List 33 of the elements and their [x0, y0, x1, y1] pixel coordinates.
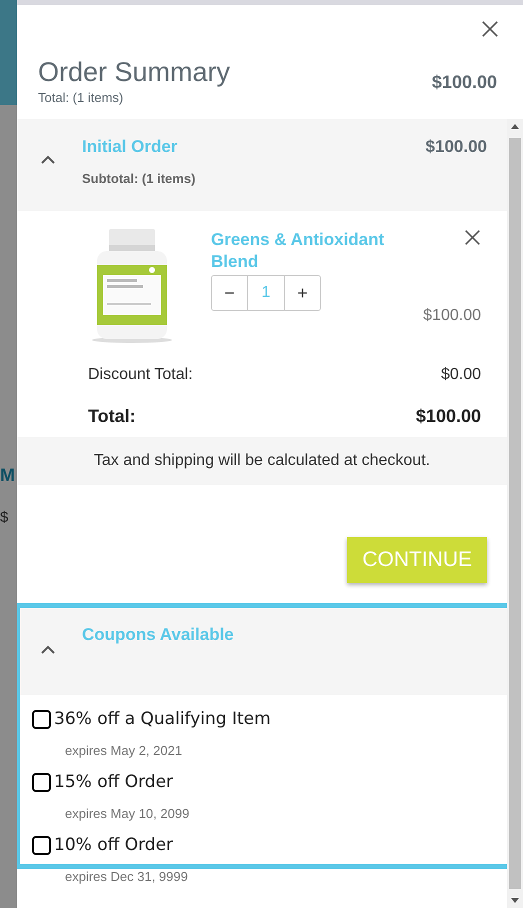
continue-button[interactable]: CONTINUE [347, 537, 487, 583]
subtotal-label: Subtotal: (1 items) [82, 171, 196, 186]
coupon-expiry: expires May 10, 2099 [65, 806, 190, 821]
summary-label: Total: [88, 406, 136, 427]
coupon-title: 10% off Order [54, 835, 174, 855]
increase-button[interactable]: + [284, 275, 321, 311]
item-price: $100.00 [422, 307, 481, 325]
chevron-up-icon[interactable] [41, 155, 55, 164]
panel-title: Order Summary [38, 56, 230, 88]
order-total: $100.00 [432, 72, 497, 93]
decrease-button[interactable]: − [211, 275, 248, 311]
summary-value: $100.00 [416, 406, 481, 427]
coupon-expiry: expires May 2, 2021 [65, 743, 184, 758]
close-icon[interactable] [481, 20, 499, 38]
coupon-title: 36% off a Qualifying Item [54, 709, 271, 729]
coupon-expiry: expires Dec 31, 9999 [65, 869, 189, 884]
section-title[interactable]: Initial Order [82, 137, 196, 157]
section-amount: $100.00 [426, 137, 487, 158]
coupon-title: 15% off Order [54, 772, 174, 792]
chevron-up-icon[interactable] [41, 645, 55, 654]
scrollbar-thumb[interactable] [509, 138, 521, 889]
checkout-note: Tax and shipping will be calculated at checkout. [17, 437, 507, 485]
total-items-label: Total: (1 items) [38, 90, 124, 105]
remove-icon[interactable] [464, 229, 481, 246]
page-price-fragment: $ [0, 509, 10, 526]
checkbox[interactable] [32, 836, 51, 854]
page-heading-fragment: M [0, 465, 16, 485]
product-name[interactable]: Greens & Antioxidant Blend [211, 229, 401, 273]
checkbox[interactable] [32, 710, 51, 728]
summary-value: $0.00 [440, 366, 481, 384]
summary-label: Discount Total: [88, 366, 193, 384]
checkbox[interactable] [32, 772, 51, 792]
quantity-field[interactable]: 1 [248, 275, 284, 311]
